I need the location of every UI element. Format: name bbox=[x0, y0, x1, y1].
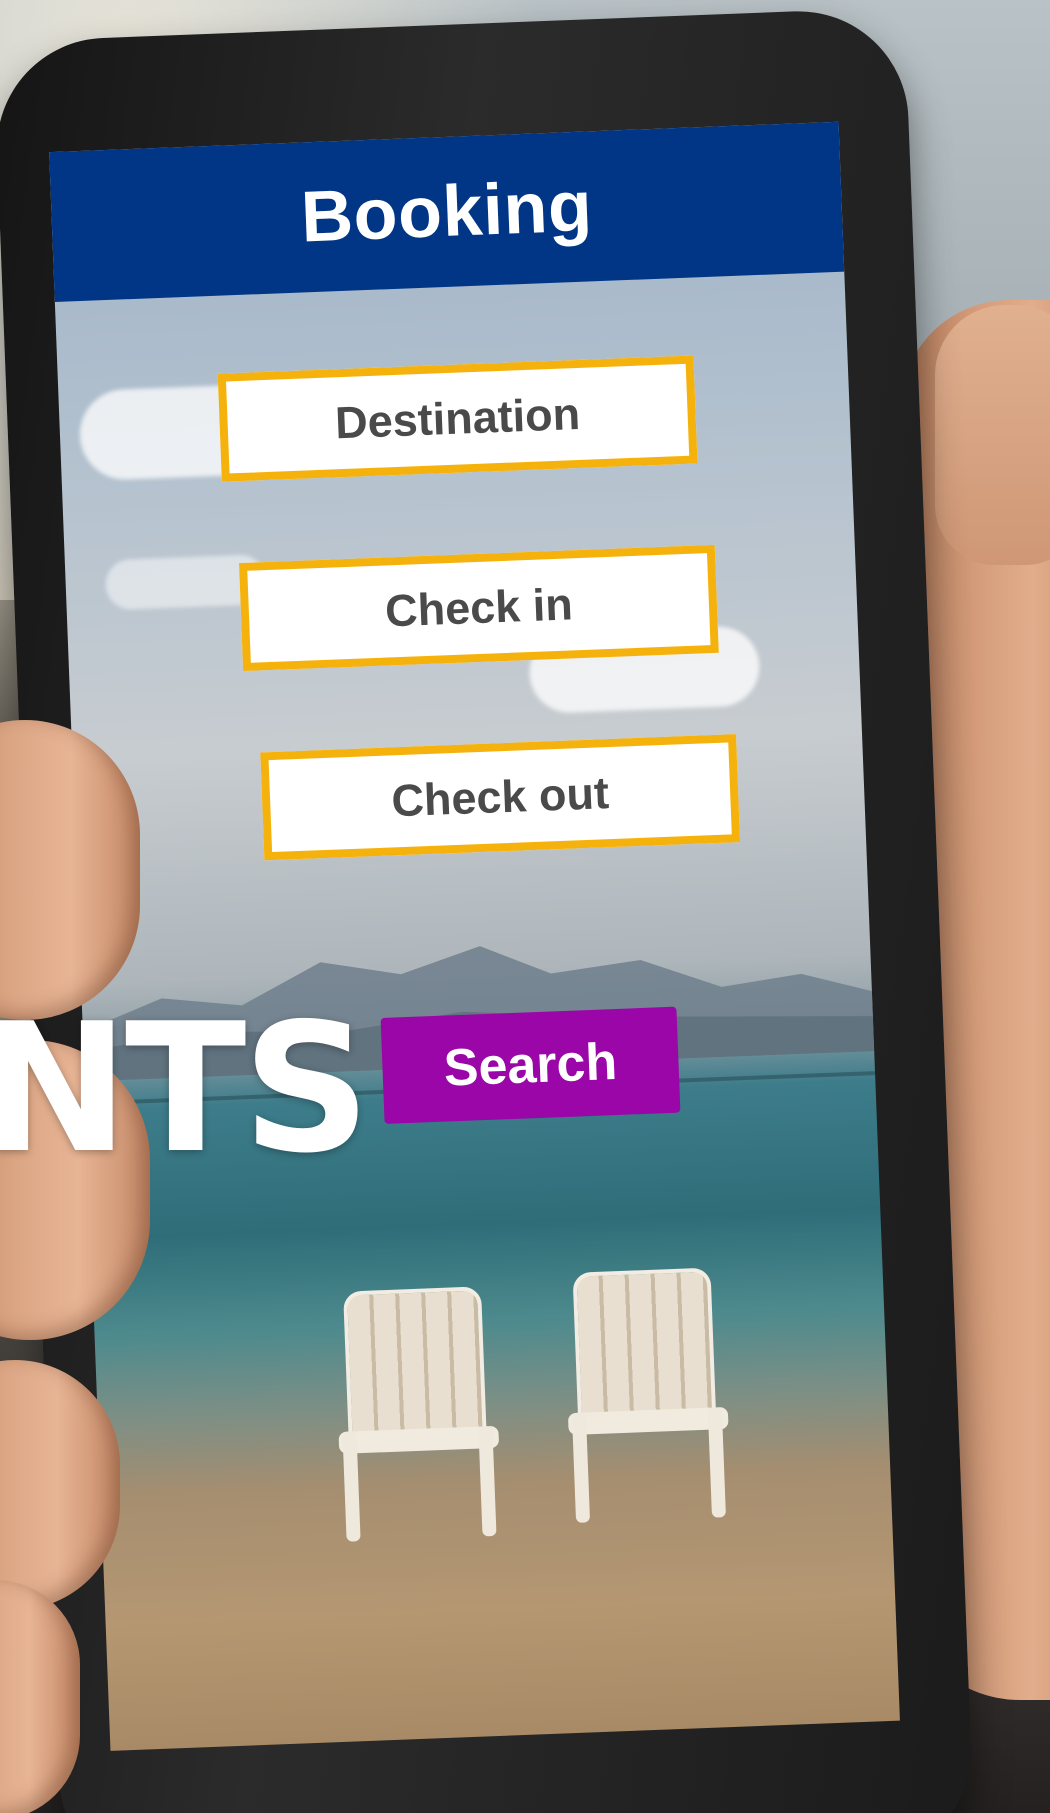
destination-placeholder: Destination bbox=[334, 387, 582, 449]
check-in-placeholder: Check in bbox=[384, 578, 574, 637]
app-title: Booking bbox=[299, 166, 594, 258]
app-header: Booking bbox=[49, 121, 845, 302]
smartphone: Booking Destination Check in Check out S… bbox=[0, 7, 976, 1813]
destination-field[interactable]: Destination bbox=[217, 355, 698, 482]
beach-chair-left bbox=[333, 1286, 501, 1542]
search-button-label: Search bbox=[442, 1032, 619, 1098]
phone-screen: Booking Destination Check in Check out S… bbox=[49, 121, 900, 1751]
right-thumb bbox=[935, 305, 1050, 565]
check-out-placeholder: Check out bbox=[390, 767, 610, 827]
photo-scene: Booking Destination Check in Check out S… bbox=[0, 0, 1050, 1813]
beach-chair-right bbox=[563, 1267, 731, 1523]
search-button[interactable]: Search bbox=[380, 1006, 681, 1124]
check-in-field[interactable]: Check in bbox=[239, 544, 719, 672]
check-out-field[interactable]: Check out bbox=[260, 734, 741, 861]
overlay-headline: NTS bbox=[0, 985, 371, 1192]
